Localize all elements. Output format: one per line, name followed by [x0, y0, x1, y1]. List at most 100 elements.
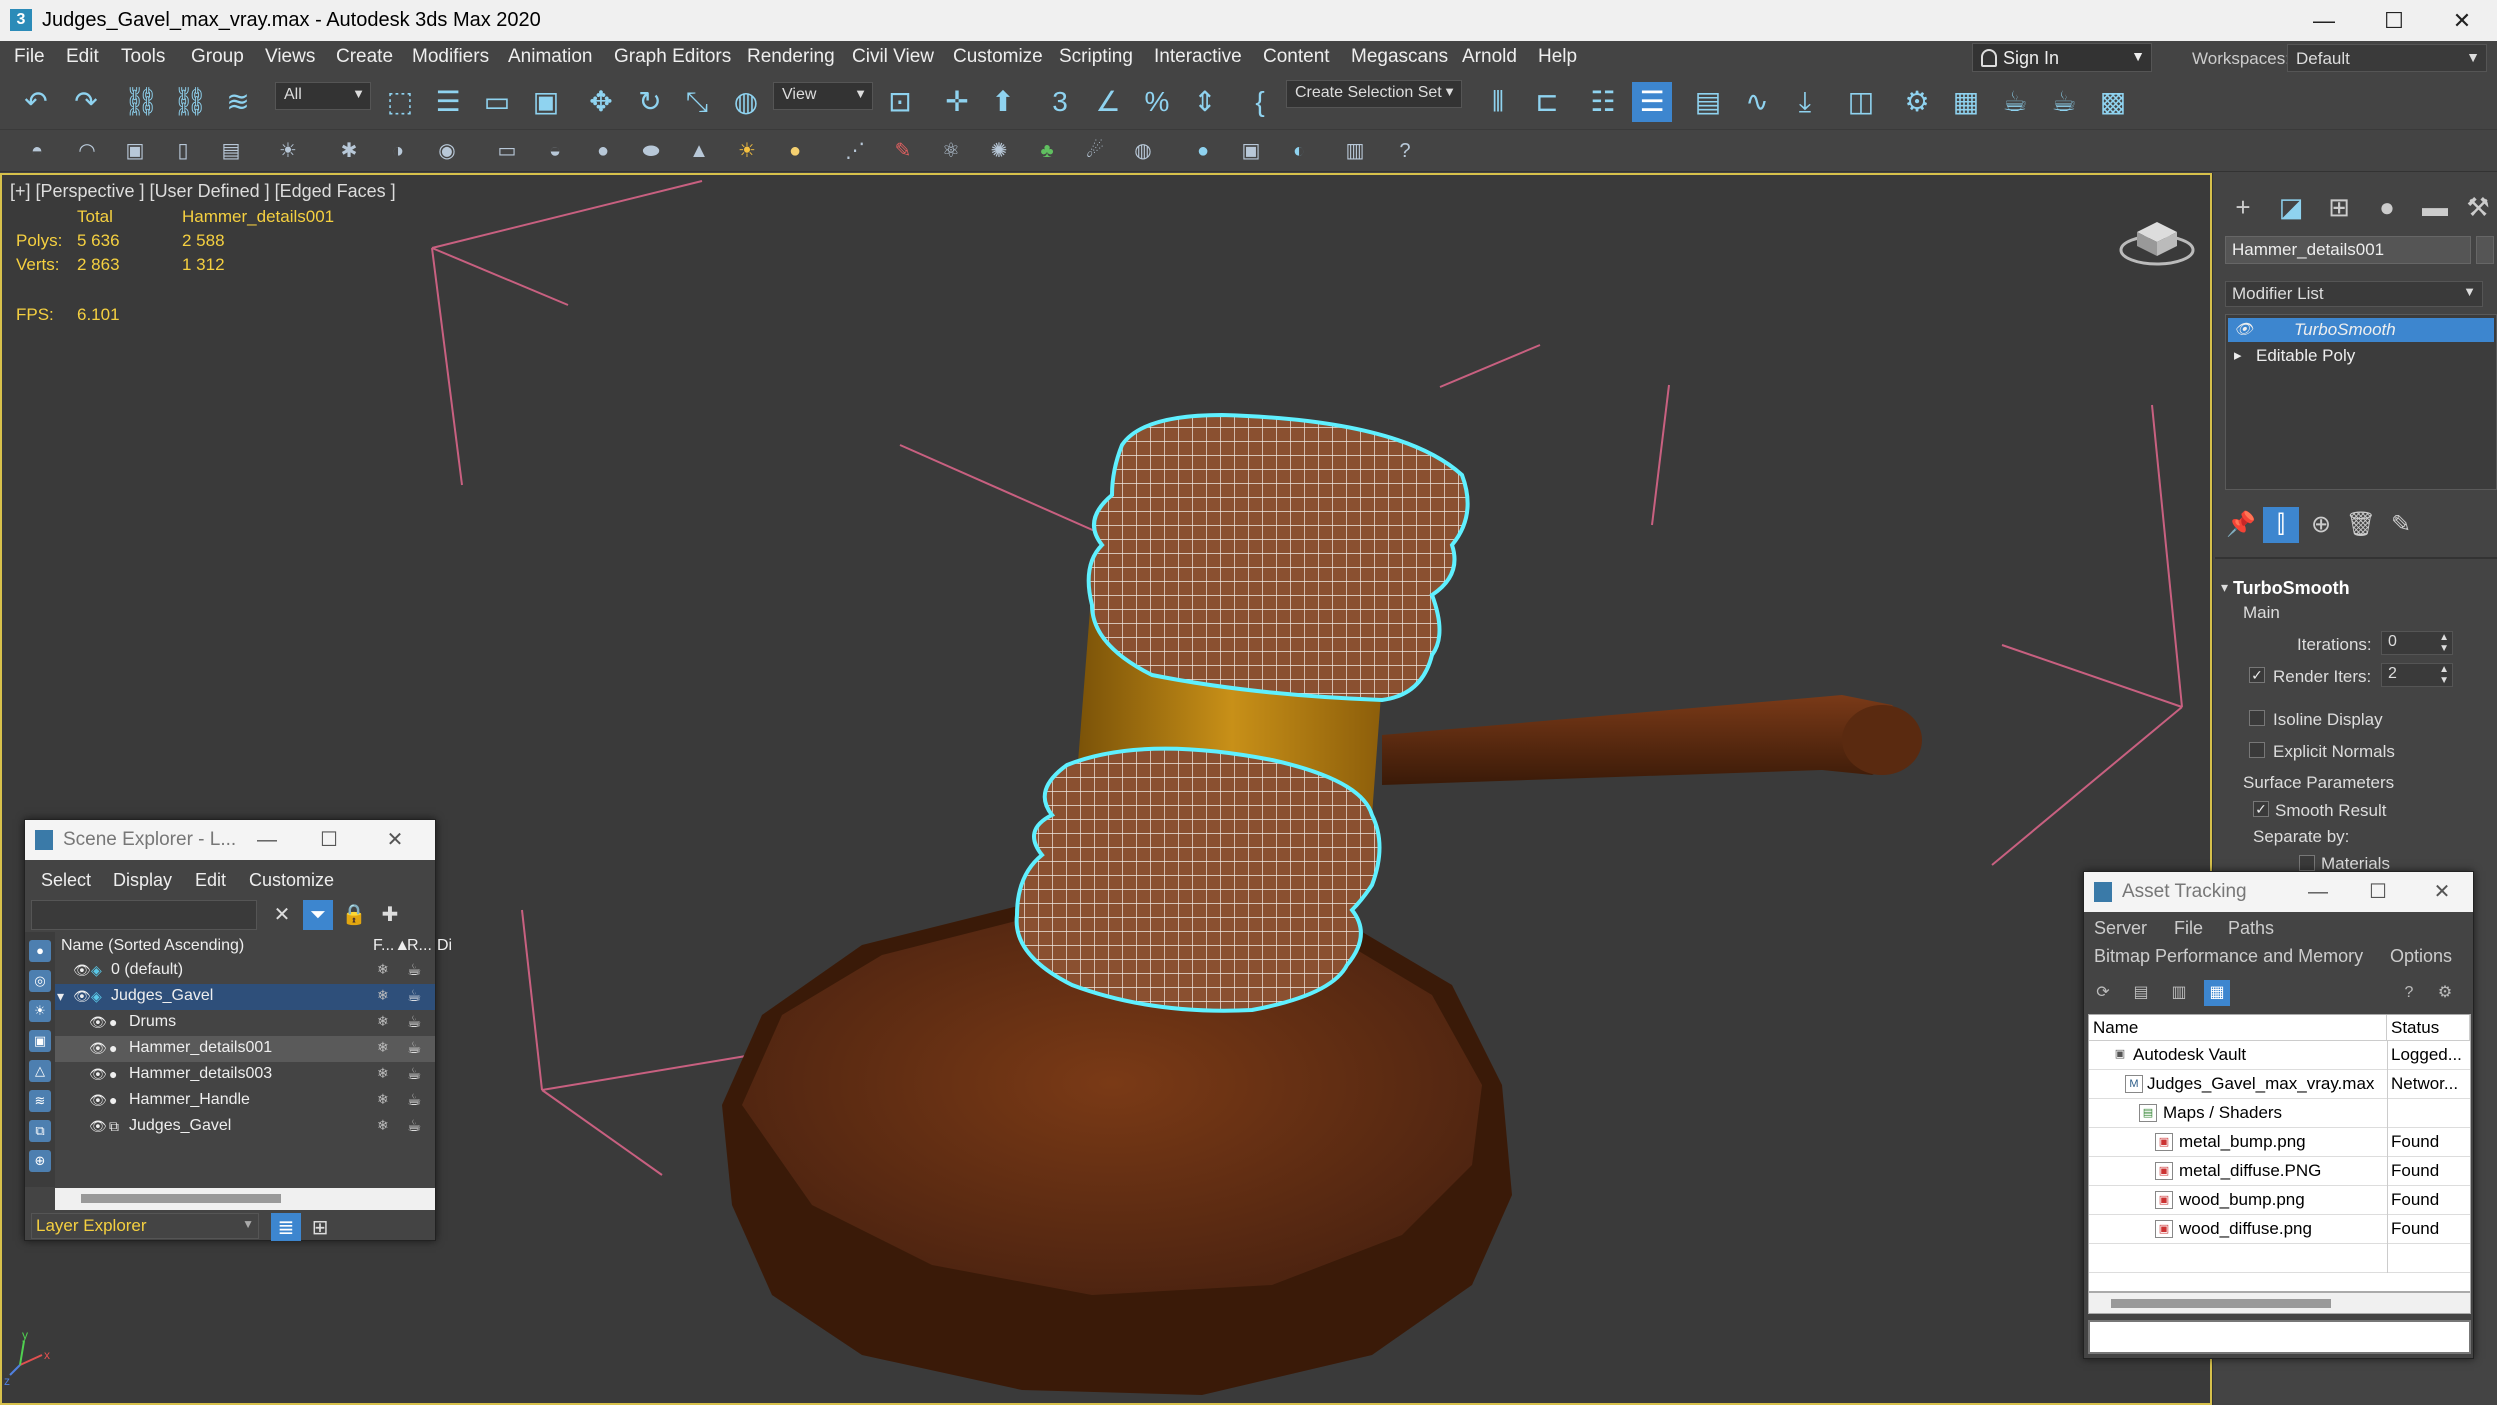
- geometry-filter-icon[interactable]: ●: [29, 940, 51, 962]
- undo-icon[interactable]: ↶: [16, 82, 56, 122]
- maximize-button[interactable]: ☐: [311, 824, 347, 856]
- bind-space-warp-icon[interactable]: ≋: [218, 82, 258, 122]
- menu-select[interactable]: Select: [41, 870, 91, 891]
- xrefs-filter-icon[interactable]: ⊕: [29, 1150, 51, 1172]
- settings-icon[interactable]: ⚙: [2432, 980, 2458, 1006]
- vray-volume-icon[interactable]: ☄: [1080, 136, 1110, 166]
- list-item[interactable]: 👁 ● Hammer_details001 ❄ ☕: [55, 1036, 435, 1062]
- window-crossing-icon[interactable]: ▣: [526, 82, 566, 122]
- make-unique-icon[interactable]: ⊕: [2303, 507, 2339, 543]
- list-item[interactable]: 👁 ⧉ Judges_Gavel ❄ ☕: [55, 1114, 435, 1140]
- hierarchy-icon[interactable]: ⊞: [305, 1213, 335, 1241]
- help-icon[interactable]: ?: [1390, 136, 1420, 166]
- layers-icon[interactable]: ≣: [271, 1213, 301, 1241]
- close-button[interactable]: ✕: [377, 824, 413, 856]
- asset-tracking-titlebar[interactable]: Asset Tracking — ☐ ✕: [2084, 872, 2473, 912]
- dome-light-icon[interactable]: ◒: [540, 136, 570, 166]
- scene-explorer-search-input[interactable]: [31, 900, 257, 930]
- render-in-cloud-icon[interactable]: ▩: [2093, 82, 2133, 122]
- viewcube-icon[interactable]: [2117, 210, 2197, 270]
- fur-icon[interactable]: ⋰: [840, 136, 870, 166]
- table-row[interactable]: ▣ wood_bump.png Found: [2089, 1186, 2470, 1215]
- menu-scripting[interactable]: Scripting: [1059, 46, 1133, 68]
- list-item[interactable]: 👁 ● Hammer_Handle ❄ ☕: [55, 1088, 435, 1114]
- render-iterative-icon[interactable]: ☕: [2044, 82, 2084, 122]
- menu-customize[interactable]: Customize: [249, 870, 334, 891]
- scale-icon[interactable]: ⤡: [677, 82, 717, 122]
- rectangular-selection-icon[interactable]: ▭: [477, 82, 517, 122]
- sign-in-dropdown[interactable]: Sign In ▼: [1972, 43, 2152, 72]
- clear-search-icon[interactable]: ✕: [267, 900, 297, 930]
- expand-arrow-icon[interactable]: ▾: [57, 988, 64, 1005]
- refresh-icon[interactable]: ⟳: [2090, 980, 2116, 1006]
- teapot-icon[interactable]: ☕: [407, 1038, 421, 1058]
- render-iters-spinner[interactable]: 2 ▲ ▼: [2381, 663, 2453, 687]
- spinner-arrows-icon[interactable]: ▲ ▼: [2439, 664, 2449, 686]
- tree-view-icon[interactable]: ▥: [2166, 980, 2192, 1006]
- schematic-view-icon[interactable]: ◫: [1841, 82, 1881, 122]
- minimize-button[interactable]: —: [249, 824, 285, 856]
- menu-file[interactable]: File: [14, 46, 45, 68]
- groups-filter-icon[interactable]: ⧉: [29, 1120, 51, 1142]
- dope-sheet-icon[interactable]: ⤓: [1785, 82, 1825, 122]
- teapot-icon[interactable]: ☕: [407, 960, 421, 980]
- list-item[interactable]: 👁 ◈ 0 (default) ❄ ☕: [55, 958, 435, 984]
- link-icon[interactable]: ⛓: [121, 82, 161, 122]
- horizontal-scrollbar[interactable]: [2088, 1292, 2471, 1314]
- menu-tools[interactable]: Tools: [121, 46, 165, 68]
- scene-explorer-toggle-icon[interactable]: ☷: [1583, 82, 1623, 122]
- display-column-header[interactable]: Di: [437, 937, 452, 955]
- menu-views[interactable]: Views: [265, 46, 315, 68]
- vray-toon-icon[interactable]: ◐: [1284, 136, 1314, 166]
- teapot-icon[interactable]: ☕: [407, 1012, 421, 1032]
- render-iters-checkbox[interactable]: ✓: [2249, 667, 2265, 683]
- vray-clipper-icon[interactable]: ◍: [1128, 136, 1158, 166]
- materials-checkbox[interactable]: [2299, 855, 2315, 871]
- menu-edit[interactable]: Edit: [66, 46, 99, 68]
- vray-sphere-icon[interactable]: ✺: [984, 136, 1014, 166]
- menu-group[interactable]: Group: [191, 46, 244, 68]
- grid-icon[interactable]: ▤: [216, 136, 246, 166]
- menu-display[interactable]: Display: [113, 870, 172, 891]
- remove-modifier-icon[interactable]: 🗑: [2343, 507, 2379, 543]
- utilities-tab-icon[interactable]: ⚒: [2463, 189, 2493, 225]
- eye-icon[interactable]: 👁: [89, 1092, 107, 1109]
- reference-coordinate-dropdown[interactable]: View ▼: [773, 82, 873, 110]
- unlink-icon[interactable]: ⛓: [170, 82, 210, 122]
- rotate-icon[interactable]: ↻: [630, 82, 670, 122]
- menu-paths[interactable]: Paths: [2228, 918, 2274, 939]
- smooth-result-checkbox[interactable]: ✓: [2253, 801, 2269, 817]
- teapot-icon[interactable]: ☕: [407, 1116, 421, 1136]
- lights-filter-icon[interactable]: ☀: [29, 1000, 51, 1022]
- isoline-display-checkbox[interactable]: [2249, 710, 2265, 726]
- stack-item-editable-poly[interactable]: ▸ Editable Poly: [2228, 344, 2494, 368]
- teapot-icon[interactable]: ☕: [407, 1064, 421, 1084]
- object-name-field[interactable]: Hammer_details001: [2225, 236, 2471, 264]
- helpers-filter-icon[interactable]: △: [29, 1060, 51, 1082]
- rollout-collapse-icon[interactable]: ▾: [2221, 579, 2228, 596]
- toggle-ribbon-icon[interactable]: ▤: [1688, 82, 1728, 122]
- rollout-title[interactable]: TurboSmooth: [2233, 578, 2350, 599]
- edit-named-selection-icon[interactable]: {: [1240, 82, 1280, 122]
- add-layer-icon[interactable]: ✚: [375, 900, 405, 930]
- rendered-frame-window-icon[interactable]: ▦: [1946, 82, 1986, 122]
- vray-fur-icon[interactable]: ♣: [1032, 136, 1062, 166]
- table-view-icon[interactable]: ▦: [2204, 980, 2230, 1006]
- table-row[interactable]: ▤ Maps / Shaders: [2089, 1099, 2470, 1128]
- horizontal-scrollbar[interactable]: [55, 1188, 435, 1210]
- freeze-icon[interactable]: ❄: [377, 1091, 389, 1108]
- stack-item-turbosmooth[interactable]: 👁 TurboSmooth: [2228, 318, 2494, 342]
- close-button[interactable]: ✕: [2424, 876, 2460, 908]
- menu-modifiers[interactable]: Modifiers: [412, 46, 489, 68]
- freeze-icon[interactable]: ❄: [377, 1039, 389, 1056]
- list-item[interactable]: ▾ 👁 ◈ Judges_Gavel ❄ ☕: [55, 984, 435, 1010]
- space-warps-filter-icon[interactable]: ≋: [29, 1090, 51, 1112]
- eye-icon[interactable]: 👁: [89, 1040, 107, 1057]
- select-by-name-icon[interactable]: ☰: [428, 82, 468, 122]
- teapot-icon[interactable]: ◓: [22, 136, 52, 166]
- explorer-type-dropdown[interactable]: Layer Explorer ▼: [31, 1213, 259, 1239]
- workspaces-select[interactable]: Default ▼: [2287, 44, 2487, 72]
- keyboard-shortcut-override-icon[interactable]: ⬆: [983, 82, 1023, 122]
- table-row[interactable]: M Judges_Gavel_max_vray.max Networ...: [2089, 1070, 2470, 1099]
- table-row[interactable]: ▣ Autodesk Vault Logged...: [2089, 1041, 2470, 1070]
